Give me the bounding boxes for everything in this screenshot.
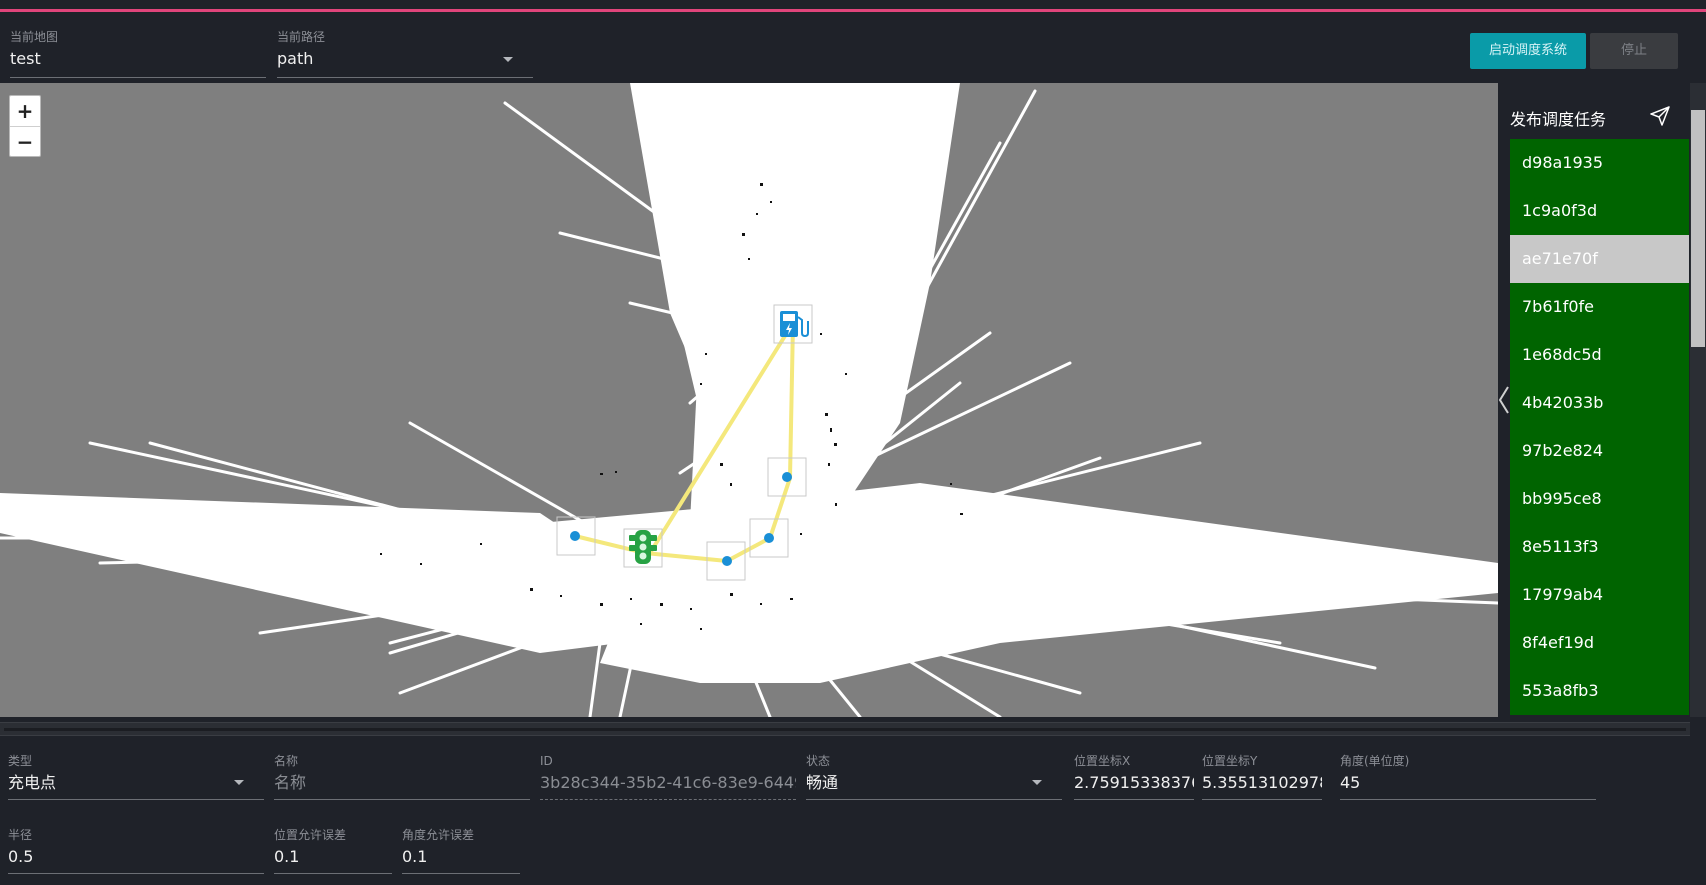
waypoint-dot bbox=[722, 556, 732, 566]
waypoint-dot bbox=[764, 533, 774, 543]
chevron-down-icon[interactable] bbox=[234, 780, 244, 785]
app-window: 当前地图 test 当前路径 path 启动调度系统 停止 + − 发布调度任务… bbox=[0, 0, 1706, 885]
chevron-down-icon[interactable] bbox=[503, 57, 513, 62]
accent-line bbox=[0, 9, 1706, 12]
position-x-value[interactable]: 2.75915338376 bbox=[1074, 772, 1194, 794]
field-underline bbox=[540, 799, 796, 800]
task-list: d98a1935 1c9a0f3d ae71e70f 7b61f0fe 1e68dc5d… bbox=[1510, 139, 1689, 717]
horizontal-splitter[interactable] bbox=[0, 722, 1690, 736]
id-field: ID 3b28c344-35b2-41c6-83e9-6449e bbox=[540, 754, 796, 800]
field-underline bbox=[8, 799, 264, 800]
task-item[interactable]: 553a8fb3 bbox=[1510, 667, 1689, 715]
chevron-left-icon[interactable] bbox=[1497, 385, 1511, 415]
task-item[interactable]: 97b2e824 bbox=[1510, 427, 1689, 475]
task-panel: 发布调度任务 d98a1935 1c9a0f3d ae71e70f 7b61f0fe 1… bbox=[1498, 83, 1690, 717]
position-tolerance-value[interactable]: 0.1 bbox=[274, 846, 392, 868]
zoom-control: + − bbox=[9, 95, 41, 157]
field-underline bbox=[1202, 799, 1322, 800]
angle-tolerance-value[interactable]: 0.1 bbox=[402, 846, 520, 868]
field-underline bbox=[806, 799, 1062, 800]
current-map-field[interactable]: 当前地图 test bbox=[10, 30, 266, 78]
field-underline bbox=[1074, 799, 1194, 800]
position-y-value[interactable]: 5.35513102978 bbox=[1202, 772, 1322, 794]
field-underline bbox=[8, 873, 264, 874]
field-underline bbox=[274, 799, 530, 800]
id-value: 3b28c344-35b2-41c6-83e9-6449e bbox=[540, 773, 796, 792]
position-tolerance-field[interactable]: 位置允许误差 0.1 bbox=[274, 828, 392, 874]
scrollbar-thumb[interactable] bbox=[1691, 110, 1705, 347]
status-label: 状态 bbox=[806, 754, 831, 768]
task-item[interactable]: 7b61f0fe bbox=[1510, 283, 1689, 331]
task-item[interactable]: 1e68dc5d bbox=[1510, 331, 1689, 379]
task-item[interactable]: 8e5113f3 bbox=[1510, 523, 1689, 571]
name-field[interactable]: 名称 名称 bbox=[274, 754, 530, 800]
current-path-value[interactable]: path bbox=[277, 48, 533, 70]
radius-label: 半径 bbox=[8, 828, 33, 842]
position-x-label: 位置坐标X bbox=[1074, 754, 1131, 768]
radius-field[interactable]: 半径 0.5 bbox=[8, 828, 264, 874]
type-value[interactable]: 充电点 bbox=[8, 772, 264, 794]
stop-button[interactable]: 停止 bbox=[1590, 33, 1678, 69]
task-item[interactable]: bb995ce8 bbox=[1510, 475, 1689, 523]
position-y-label: 位置坐标Y bbox=[1202, 754, 1258, 768]
name-label: 名称 bbox=[274, 754, 299, 768]
angle-value[interactable]: 45 bbox=[1340, 772, 1596, 794]
field-underline bbox=[277, 77, 533, 78]
send-icon[interactable] bbox=[1650, 106, 1670, 126]
task-item[interactable]: 8f4ef19d bbox=[1510, 619, 1689, 667]
map-canvas[interactable] bbox=[0, 83, 1498, 717]
zoom-in-button[interactable]: + bbox=[10, 96, 40, 126]
panel-title: 发布调度任务 bbox=[1510, 110, 1607, 129]
type-select[interactable]: 类型 充电点 bbox=[8, 754, 264, 800]
name-placeholder[interactable]: 名称 bbox=[274, 772, 530, 794]
status-select[interactable]: 状态 畅通 bbox=[806, 754, 1062, 800]
field-underline bbox=[274, 873, 392, 874]
occupancy-grid bbox=[0, 83, 1498, 717]
angle-tolerance-label: 角度允许误差 bbox=[402, 828, 475, 842]
id-label: ID bbox=[540, 754, 553, 768]
field-underline bbox=[402, 873, 520, 874]
task-item[interactable]: ae71e70f bbox=[1510, 235, 1689, 283]
status-value[interactable]: 畅通 bbox=[806, 772, 1062, 794]
task-item[interactable]: 1c9a0f3d bbox=[1510, 187, 1689, 235]
angle-label: 角度(单位度) bbox=[1340, 754, 1410, 768]
zoom-out-button[interactable]: − bbox=[10, 127, 40, 157]
type-label: 类型 bbox=[8, 754, 33, 768]
chevron-down-icon[interactable] bbox=[1032, 780, 1042, 785]
task-item[interactable]: 4b42033b bbox=[1510, 379, 1689, 427]
position-tolerance-label: 位置允许误差 bbox=[274, 828, 347, 842]
top-accent-bar bbox=[0, 0, 1706, 12]
position-x-field[interactable]: 位置坐标X 2.75915338376 bbox=[1074, 754, 1194, 800]
waypoint-dot bbox=[570, 531, 580, 541]
angle-tolerance-field[interactable]: 角度允许误差 0.1 bbox=[402, 828, 520, 874]
start-dispatch-button[interactable]: 启动调度系统 bbox=[1470, 33, 1586, 69]
angle-field[interactable]: 角度(单位度) 45 bbox=[1340, 754, 1596, 800]
field-underline bbox=[1340, 799, 1596, 800]
current-map-label: 当前地图 bbox=[10, 30, 59, 44]
current-map-value[interactable]: test bbox=[10, 48, 266, 70]
current-path-select[interactable]: 当前路径 path bbox=[277, 30, 533, 78]
field-underline bbox=[10, 77, 266, 78]
radius-value[interactable]: 0.5 bbox=[8, 846, 264, 868]
current-path-label: 当前路径 bbox=[277, 30, 326, 44]
position-y-field[interactable]: 位置坐标Y 5.35513102978 bbox=[1202, 754, 1322, 800]
task-item[interactable]: 17979ab4 bbox=[1510, 571, 1689, 619]
task-item[interactable]: d98a1935 bbox=[1510, 139, 1689, 187]
splitter-handle[interactable] bbox=[4, 728, 1686, 731]
waypoint-dot bbox=[782, 472, 792, 482]
